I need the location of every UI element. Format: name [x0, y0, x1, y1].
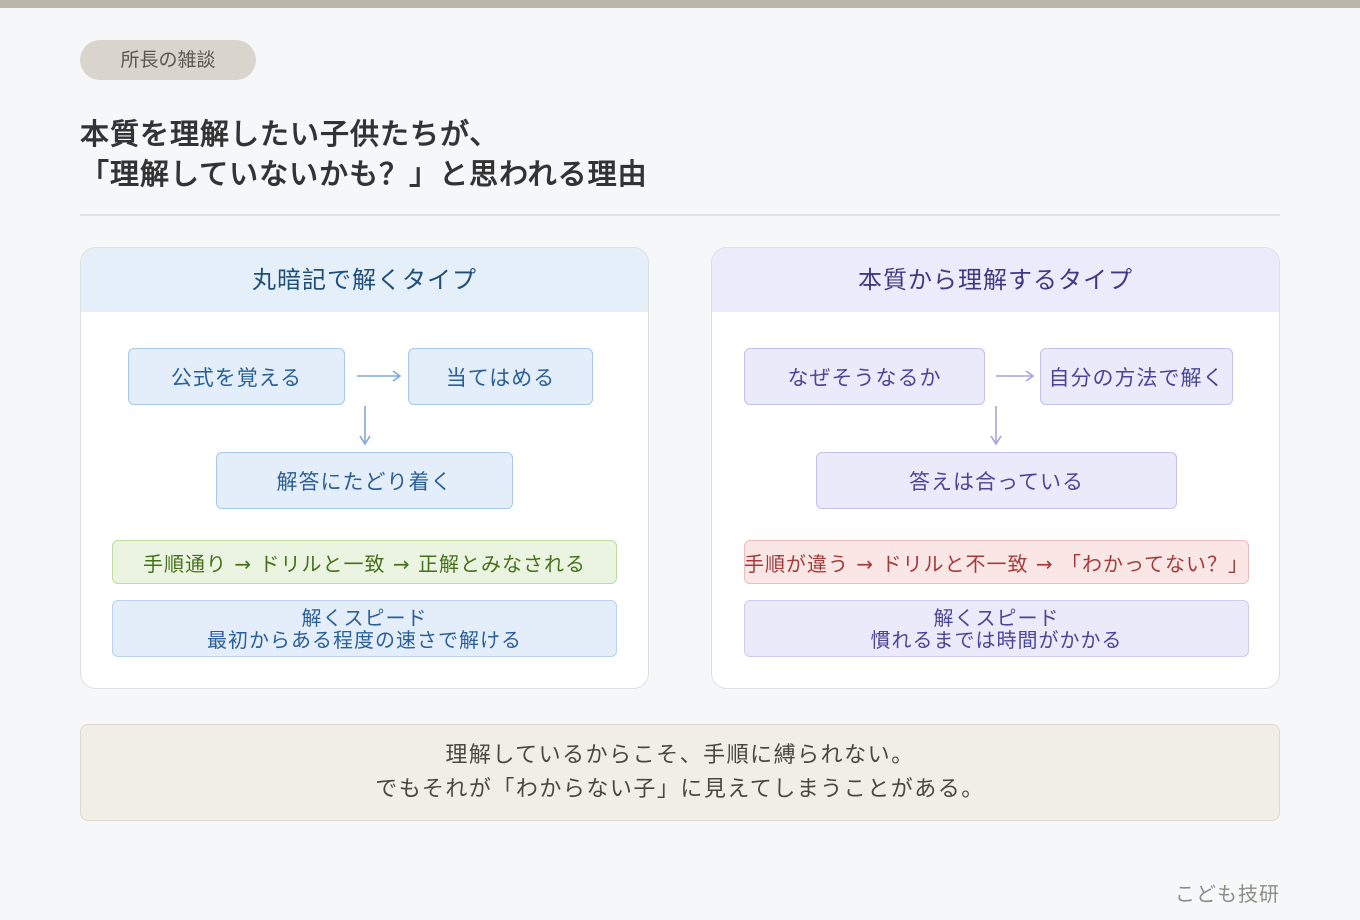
summary-line-1: 理解しているからこそ、手順に縛られない。 — [445, 742, 915, 768]
outcome-misjudged: 手順が違う → ドリルと不一致 → 「わかってない？」 — [744, 540, 1249, 584]
essence-understanding-card: 本質から理解するタイプ なぜそうなるか 自分の方法で解く 答えは合っている 手順… — [711, 247, 1280, 689]
arrow-down-icon — [990, 406, 1002, 446]
card-title: 本質から理解するタイプ — [712, 248, 1279, 312]
headline: 本質を理解したい子供たちが、 「理解していないかも？」と思われる理由 — [80, 114, 880, 194]
headline-line-2: 「理解していないかも？」と思われる理由 — [80, 157, 648, 191]
summary-box: 理解しているからこそ、手順に縛られない。 でもそれが「わからない子」に見えてしま… — [80, 724, 1280, 821]
card-title: 丸暗記で解くタイプ — [81, 248, 648, 312]
step-why: なぜそうなるか — [744, 348, 985, 405]
speed-desc: 最初からある程度の速さで解ける — [207, 627, 522, 652]
arrow-right-icon — [996, 370, 1035, 382]
arrow-right-icon — [357, 370, 402, 382]
outcome-correct: 手順通り → ドリルと一致 → 正解とみなされる — [112, 540, 617, 584]
step-apply: 当てはめる — [408, 348, 593, 405]
step-memorize-formula: 公式を覚える — [128, 348, 345, 405]
speed-title: 解くスピード — [301, 605, 428, 630]
speed-title: 解くスピード — [933, 605, 1060, 630]
speed-box: 解くスピード 最初からある程度の速さで解ける — [112, 600, 617, 657]
rote-memorization-card: 丸暗記で解くタイプ 公式を覚える 当てはめる 解答にたどり着く 手順通り → ド… — [80, 247, 649, 689]
step-answer-correct: 答えは合っている — [816, 452, 1177, 509]
step-own-method: 自分の方法で解く — [1040, 348, 1233, 405]
step-reach-answer: 解答にたどり着く — [216, 452, 513, 509]
brand-footer: こども技研 — [1175, 882, 1280, 906]
divider — [80, 214, 1280, 216]
speed-desc: 慣れるまでは時間がかかる — [870, 627, 1123, 652]
top-bar — [0, 0, 1360, 8]
speed-box: 解くスピード 慣れるまでは時間がかかる — [744, 600, 1249, 657]
headline-line-1: 本質を理解したい子供たちが、 — [80, 117, 500, 151]
summary-line-2: でもそれが「わからない子」に見えてしまうことがある。 — [375, 776, 985, 802]
category-tag: 所長の雑談 — [80, 40, 256, 80]
page: 所長の雑談 本質を理解したい子供たちが、 「理解していないかも？」と思われる理由… — [0, 0, 1360, 920]
arrow-down-icon — [359, 406, 371, 446]
